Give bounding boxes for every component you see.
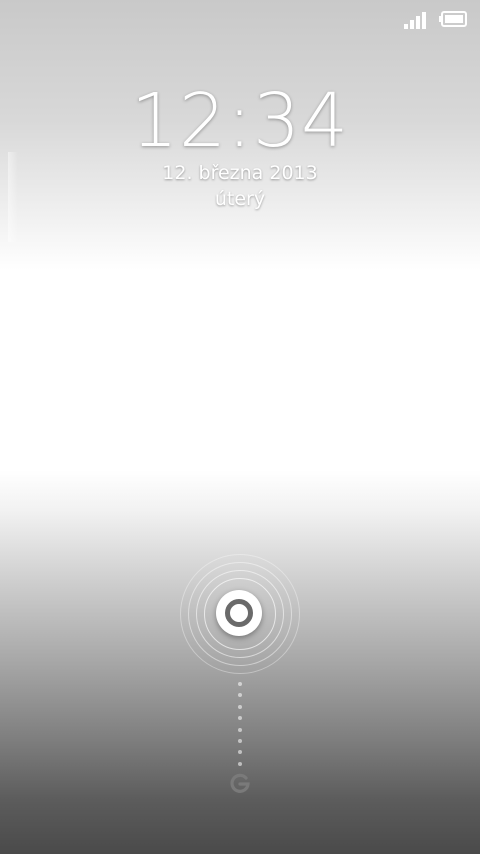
swipe-dot	[238, 716, 242, 721]
unlock-slider[interactable]	[180, 554, 300, 674]
swipe-dot	[238, 727, 242, 732]
swipe-dot	[238, 738, 242, 743]
swipe-dot	[238, 761, 242, 766]
swipe-dot	[238, 682, 242, 686]
lockscreen-clock: 12:34	[130, 78, 350, 164]
google-search-icon[interactable]	[226, 770, 254, 798]
swipe-path-dots	[237, 682, 243, 766]
status-bar	[0, 0, 480, 38]
lockscreen-weekday: úterý	[214, 188, 266, 210]
swipe-dot	[238, 750, 242, 755]
signal-icon	[404, 12, 426, 29]
swipe-dot	[238, 693, 242, 698]
unlock-ring-icon[interactable]	[216, 590, 262, 636]
swipe-dot	[238, 704, 242, 709]
battery-icon	[439, 11, 467, 27]
lockscreen-date: 12. března 2013	[162, 162, 318, 184]
